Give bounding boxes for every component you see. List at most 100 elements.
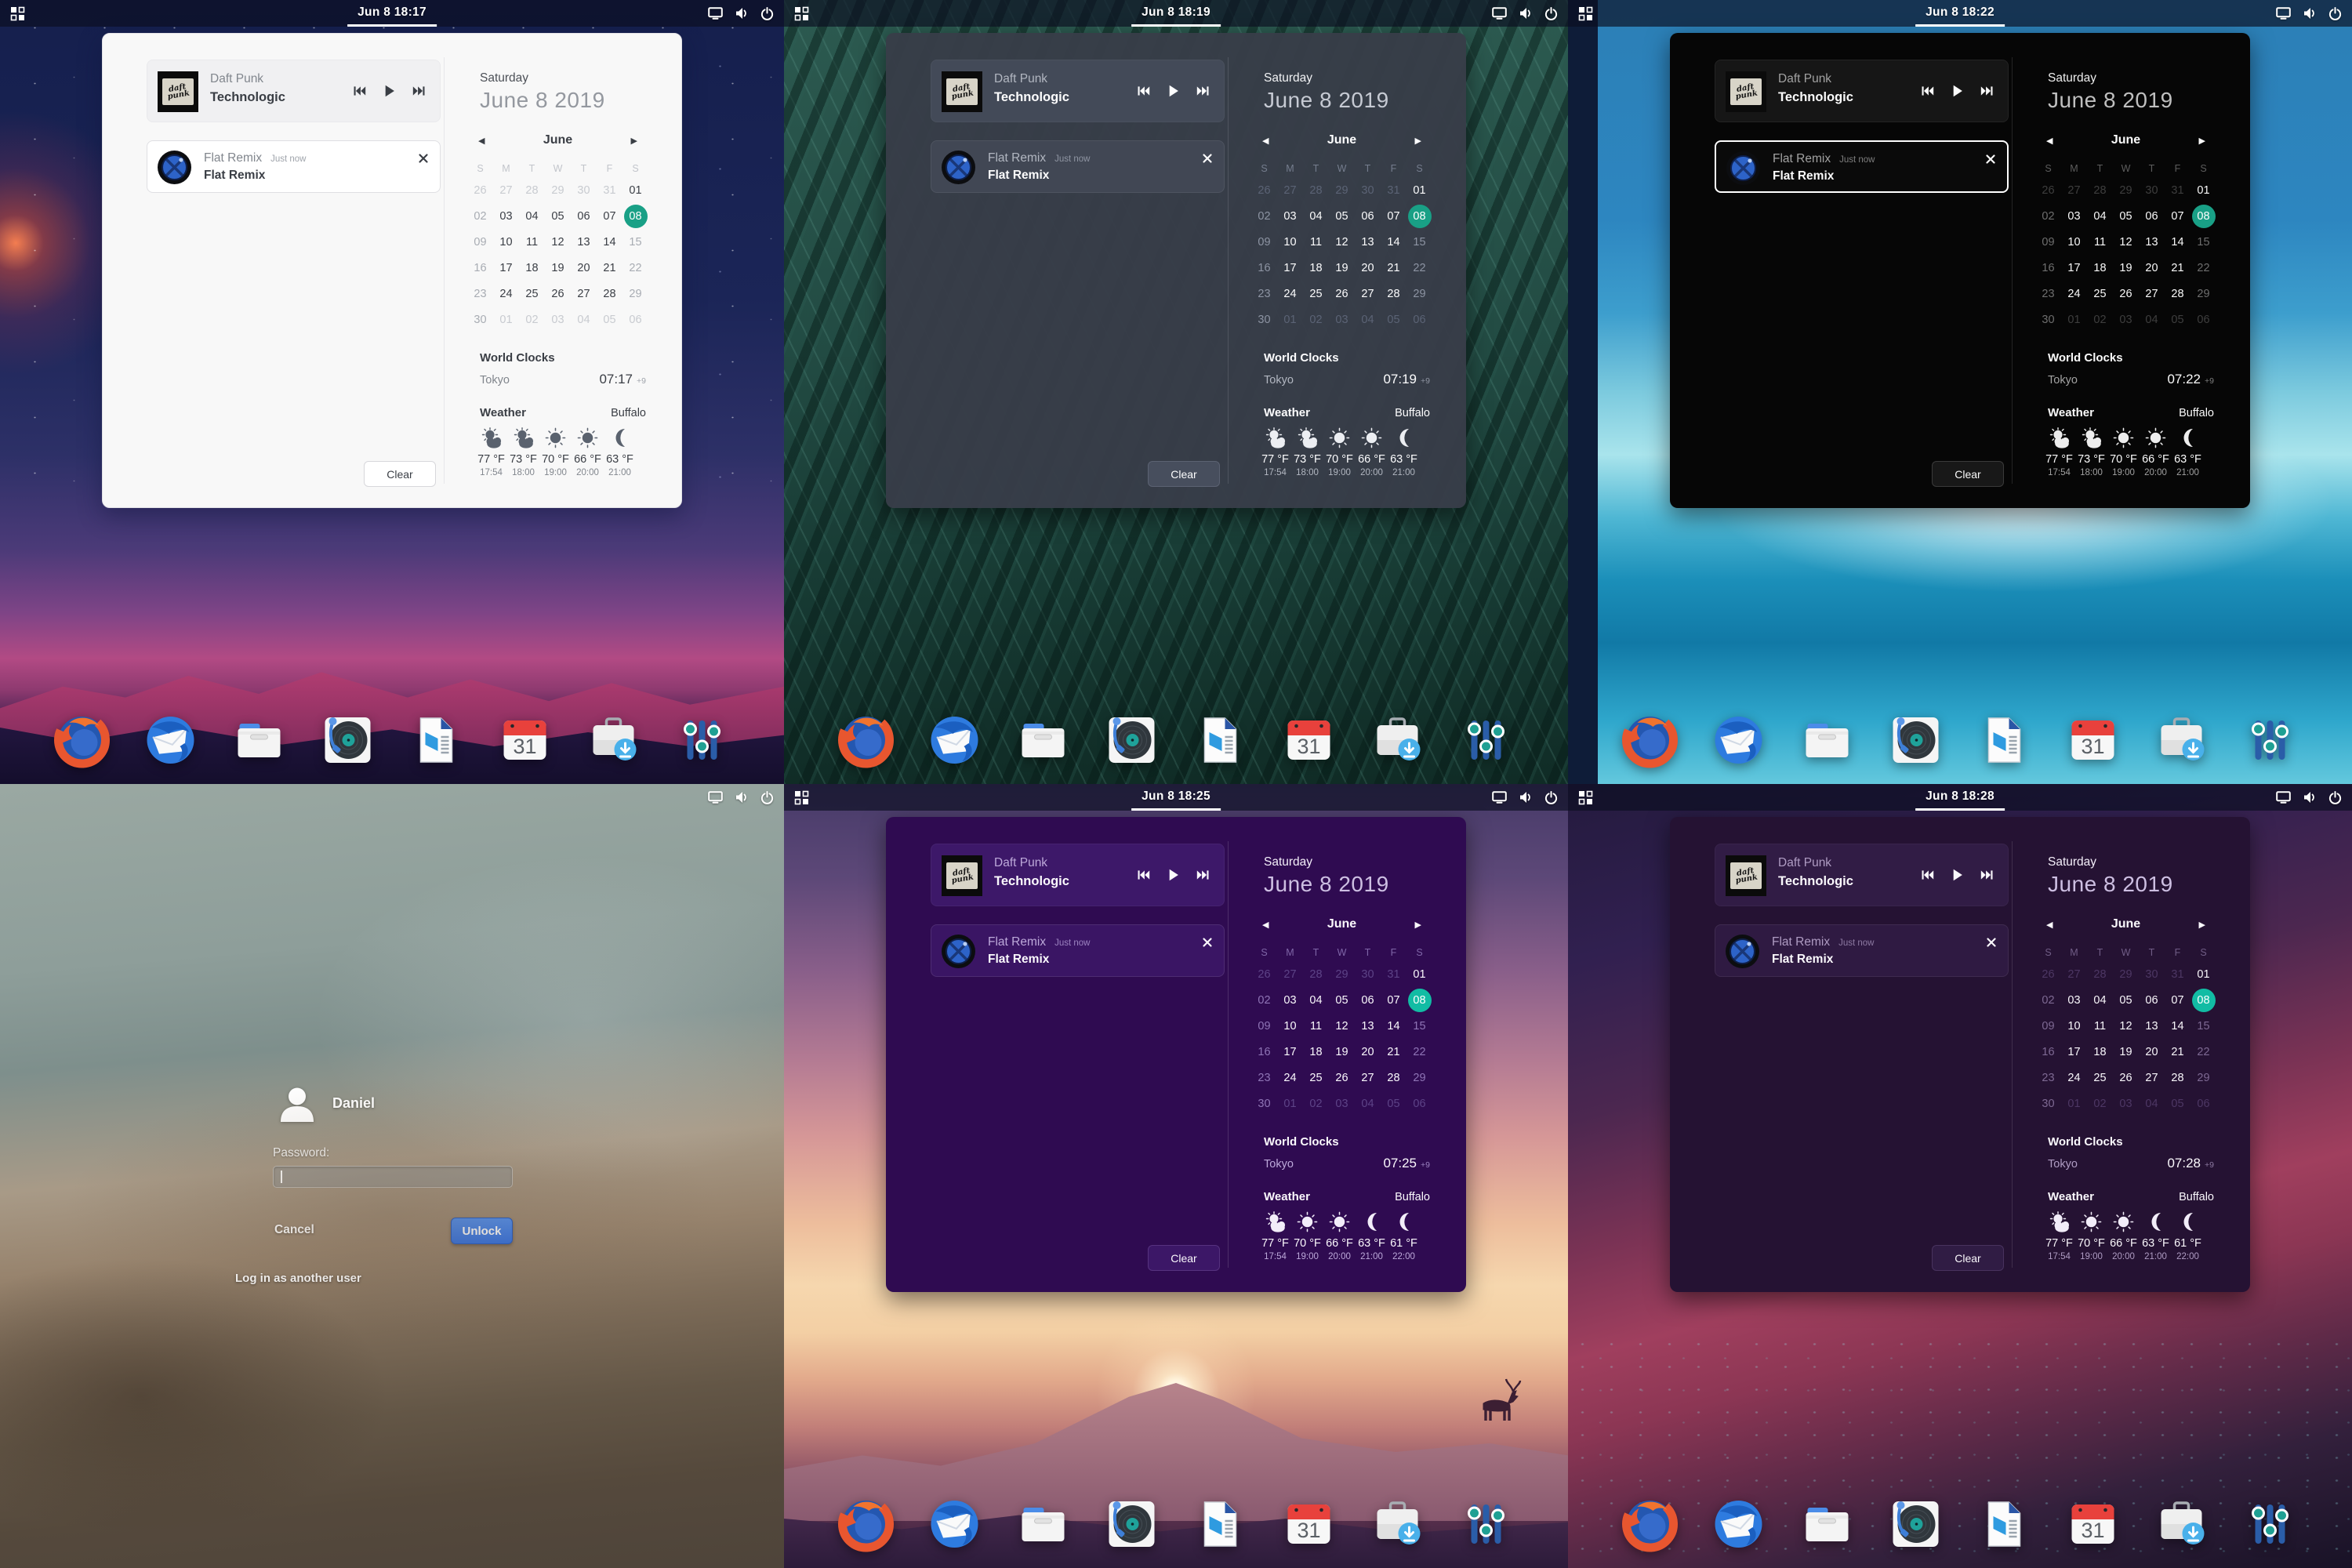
calendar-day[interactable]: 22 — [1406, 1039, 1432, 1065]
clock-menu-button[interactable]: Jun 8 18:17 — [347, 0, 437, 27]
calendar-day[interactable]: 01 — [2061, 307, 2087, 332]
calendar-day[interactable]: 18 — [2087, 255, 2113, 281]
calendar-day[interactable]: 30 — [2139, 961, 2165, 987]
calendar-day[interactable]: 13 — [2139, 229, 2165, 255]
calendar-day[interactable]: 10 — [2061, 229, 2087, 255]
calendar-prev-button[interactable]: ◀ — [1258, 134, 1273, 147]
calendar-day[interactable]: 07 — [1381, 203, 1406, 229]
calendar-day[interactable]: 26 — [1329, 281, 1355, 307]
calendar-day[interactable]: 09 — [2035, 229, 2061, 255]
calendar-day[interactable]: 01 — [622, 177, 648, 203]
calendar-day[interactable]: 02 — [1251, 203, 1277, 229]
dock-libreoffice-icon[interactable] — [1976, 712, 2033, 768]
calendar-day[interactable]: 02 — [2087, 307, 2113, 332]
play-button[interactable] — [383, 85, 395, 97]
calendar-day[interactable]: 26 — [1251, 961, 1277, 987]
calendar-day[interactable]: 30 — [2139, 177, 2165, 203]
calendar-day[interactable]: 31 — [1381, 177, 1406, 203]
weather-forecast-row[interactable]: 77 °F17:5470 °F19:0066 °F20:0063 °F21:00… — [2043, 1211, 2227, 1261]
close-icon[interactable] — [1202, 937, 1213, 948]
calendar-day[interactable]: 13 — [2139, 1013, 2165, 1039]
calendar-day[interactable]: 08 — [2190, 203, 2216, 229]
calendar-day[interactable]: 13 — [1355, 1013, 1381, 1039]
calendar-day[interactable]: 27 — [2139, 1065, 2165, 1091]
calendar-day[interactable]: 10 — [493, 229, 519, 255]
calendar-day[interactable]: 26 — [2035, 177, 2061, 203]
dock-libreoffice-icon[interactable] — [408, 712, 465, 768]
previous-track-button[interactable] — [353, 85, 366, 96]
calendar-day[interactable]: 01 — [1406, 177, 1432, 203]
dock-music-icon[interactable] — [1888, 712, 1944, 768]
calendar-day[interactable]: 04 — [1303, 987, 1329, 1013]
previous-track-button[interactable] — [1137, 85, 1150, 96]
calendar-day[interactable]: 16 — [2035, 1039, 2061, 1065]
world-clock-row[interactable]: Tokyo07:25+9 — [1264, 1156, 1430, 1171]
dock-calendar-icon[interactable]: 31 — [2065, 1496, 2122, 1552]
calendar-day[interactable]: 12 — [1329, 1013, 1355, 1039]
notification-card[interactable]: Flat RemixJust nowFlat Remix — [1715, 140, 2009, 193]
calendar-day[interactable]: 19 — [1329, 1039, 1355, 1065]
calendar-day[interactable]: 04 — [571, 307, 597, 332]
dock-tweaks-icon[interactable] — [1458, 1496, 1515, 1552]
dock-firefox-icon[interactable] — [1622, 712, 1679, 768]
calendar-day[interactable]: 12 — [1329, 229, 1355, 255]
calendar-day[interactable]: 26 — [1329, 1065, 1355, 1091]
calendar-day[interactable]: 16 — [1251, 1039, 1277, 1065]
calendar-day[interactable]: 10 — [1277, 229, 1303, 255]
calendar-day[interactable]: 17 — [1277, 1039, 1303, 1065]
calendar-day[interactable]: 14 — [2165, 229, 2190, 255]
calendar-day[interactable]: 04 — [519, 203, 545, 229]
calendar-day[interactable]: 26 — [467, 177, 493, 203]
dock-software-icon[interactable] — [1370, 1496, 1426, 1552]
calendar-day[interactable]: 19 — [545, 255, 571, 281]
calendar-day[interactable]: 28 — [2165, 281, 2190, 307]
activities-grid-icon[interactable] — [1578, 6, 1593, 21]
dock-firefox-icon[interactable] — [54, 712, 111, 768]
calendar-day[interactable]: 27 — [2139, 281, 2165, 307]
close-icon[interactable] — [1985, 154, 1996, 165]
calendar-day[interactable]: 03 — [2061, 203, 2087, 229]
dock-files-icon[interactable] — [231, 712, 288, 768]
calendar-day[interactable]: 29 — [2113, 961, 2139, 987]
calendar-day[interactable]: 05 — [545, 203, 571, 229]
dock-tweaks-icon[interactable] — [2242, 712, 2299, 768]
weather-forecast-row[interactable]: 77 °F17:5470 °F19:0066 °F20:0063 °F21:00… — [1259, 1211, 1443, 1261]
calendar-day[interactable]: 13 — [1355, 229, 1381, 255]
dock-software-icon[interactable] — [2154, 712, 2210, 768]
calendar-day[interactable]: 09 — [1251, 229, 1277, 255]
status-icons-menu[interactable] — [1492, 791, 1558, 804]
calendar-day[interactable]: 28 — [597, 281, 622, 307]
calendar-day[interactable]: 12 — [545, 229, 571, 255]
calendar-prev-button[interactable]: ◀ — [2042, 134, 2057, 147]
calendar-day[interactable]: 14 — [2165, 1013, 2190, 1039]
calendar-day[interactable]: 30 — [1251, 1091, 1277, 1116]
activities-grid-icon[interactable] — [794, 6, 809, 21]
calendar-day[interactable]: 31 — [2165, 177, 2190, 203]
calendar-day[interactable]: 07 — [2165, 987, 2190, 1013]
calendar-day[interactable]: 12 — [2113, 1013, 2139, 1039]
calendar-day[interactable]: 22 — [2190, 255, 2216, 281]
weather-forecast-row[interactable]: 77 °F17:5473 °F18:0070 °F19:0066 °F20:00… — [475, 427, 659, 477]
dock-software-icon[interactable] — [1370, 712, 1426, 768]
calendar-day[interactable]: 16 — [1251, 255, 1277, 281]
calendar-day[interactable]: 23 — [467, 281, 493, 307]
calendar-day[interactable]: 15 — [622, 229, 648, 255]
calendar-day[interactable]: 29 — [2190, 281, 2216, 307]
calendar-day[interactable]: 02 — [519, 307, 545, 332]
play-button[interactable] — [1951, 869, 1963, 881]
calendar-day[interactable]: 04 — [2139, 307, 2165, 332]
calendar-day[interactable]: 16 — [2035, 255, 2061, 281]
calendar-day[interactable]: 29 — [1329, 961, 1355, 987]
calendar-day[interactable]: 17 — [1277, 255, 1303, 281]
calendar-day[interactable]: 25 — [2087, 281, 2113, 307]
calendar-day[interactable]: 29 — [1329, 177, 1355, 203]
calendar-day[interactable]: 26 — [1251, 177, 1277, 203]
dock-music-icon[interactable] — [1888, 1496, 1944, 1552]
dock-thunderbird-icon[interactable] — [927, 1496, 983, 1552]
calendar-day[interactable]: 04 — [1355, 1091, 1381, 1116]
play-button[interactable] — [1167, 85, 1179, 97]
calendar-day[interactable]: 15 — [1406, 229, 1432, 255]
calendar-day[interactable]: 08 — [1406, 203, 1432, 229]
calendar-day[interactable]: 03 — [493, 203, 519, 229]
calendar-day[interactable]: 30 — [571, 177, 597, 203]
